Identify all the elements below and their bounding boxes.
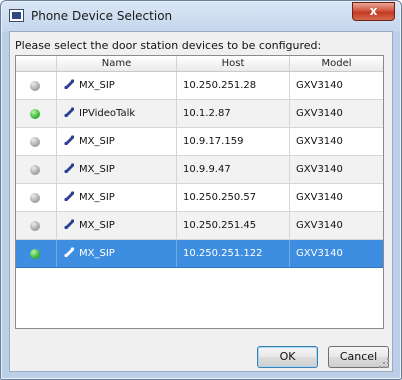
dialog-window: Phone Device Selection x Please select t… <box>0 0 402 380</box>
status-cell <box>16 100 57 127</box>
status-dot-icon <box>30 81 40 91</box>
status-dot-icon <box>30 221 40 231</box>
host-cell: 10.9.17.159 <box>177 128 290 155</box>
status-cell <box>16 72 57 99</box>
model-cell: GXV3140 <box>296 248 343 259</box>
name-cell: IPVideoTalk <box>57 100 177 127</box>
status-dot-icon <box>30 137 40 147</box>
status-cell <box>16 212 57 239</box>
name-cell: MX_SIP <box>57 128 177 155</box>
title-bar[interactable]: Phone Device Selection x <box>1 1 401 31</box>
column-header-status[interactable] <box>16 56 57 71</box>
status-cell <box>16 156 57 183</box>
name-cell: MX_SIP <box>57 240 177 267</box>
table-row[interactable]: MX_SIP 10.9.9.47 GXV3140 <box>16 156 383 184</box>
table-row[interactable]: IPVideoTalk 10.1.2.87 GXV3140 <box>16 100 383 128</box>
model-cell: GXV3140 <box>296 108 343 119</box>
phone-handset-icon <box>64 163 75 174</box>
window-app-icon <box>9 9 24 22</box>
device-name: IPVideoTalk <box>79 108 136 119</box>
column-header-host[interactable]: Host <box>177 56 290 71</box>
model-cell: GXV3140 <box>296 192 343 203</box>
name-cell: MX_SIP <box>57 72 177 99</box>
device-name: MX_SIP <box>79 136 115 147</box>
host-cell: 10.250.250.57 <box>177 184 290 211</box>
name-cell: MX_SIP <box>57 184 177 211</box>
table-row[interactable]: MX_SIP 10.250.251.45 GXV3140 <box>16 212 383 240</box>
phone-handset-icon <box>64 219 75 230</box>
host-cell: 10.250.251.122 <box>177 240 290 267</box>
phone-handset-icon <box>64 135 75 146</box>
device-name: MX_SIP <box>79 248 115 259</box>
device-name: MX_SIP <box>79 164 115 175</box>
status-cell <box>16 128 57 155</box>
column-header-name[interactable]: Name <box>57 56 177 71</box>
status-dot-icon <box>30 165 40 175</box>
status-cell <box>16 184 57 211</box>
device-name: MX_SIP <box>79 192 115 203</box>
phone-handset-icon <box>64 247 75 258</box>
column-header-model[interactable]: Model <box>290 56 383 71</box>
table-row[interactable]: MX_SIP 10.250.251.28 GXV3140 <box>16 72 383 100</box>
model-cell: GXV3140 <box>296 164 343 175</box>
table-row[interactable]: MX_SIP 10.250.251.122 GXV3140 <box>16 240 383 268</box>
status-cell <box>16 240 57 267</box>
model-cell: GXV3140 <box>296 220 343 231</box>
device-name: MX_SIP <box>79 220 115 231</box>
phone-handset-icon <box>64 79 75 90</box>
host-cell: 10.250.251.28 <box>177 72 290 99</box>
table-row[interactable]: MX_SIP 10.250.250.57 GXV3140 <box>16 184 383 212</box>
dialog-body: Please select the door station devices t… <box>9 31 393 372</box>
name-cell: MX_SIP <box>57 212 177 239</box>
host-cell: 10.9.9.47 <box>177 156 290 183</box>
host-cell: 10.250.251.45 <box>177 212 290 239</box>
device-name: MX_SIP <box>79 80 115 91</box>
host-cell: 10.1.2.87 <box>177 100 290 127</box>
table-header: Name Host Model <box>16 56 383 72</box>
status-dot-icon <box>30 249 40 259</box>
status-dot-icon <box>30 193 40 203</box>
close-button[interactable]: x <box>352 2 395 21</box>
table-row[interactable]: MX_SIP 10.9.17.159 GXV3140 <box>16 128 383 156</box>
name-cell: MX_SIP <box>57 156 177 183</box>
device-table[interactable]: Name Host Model MX_SIP 10.250.251.28 GXV31… <box>15 55 384 329</box>
phone-handset-icon <box>64 191 75 202</box>
ok-button[interactable]: OK <box>257 346 318 368</box>
window-title: Phone Device Selection <box>31 9 173 23</box>
model-cell: GXV3140 <box>296 80 343 91</box>
resize-grip-icon[interactable] <box>379 358 389 368</box>
model-cell: GXV3140 <box>296 136 343 147</box>
phone-handset-icon <box>64 107 75 118</box>
status-dot-icon <box>30 109 40 119</box>
instruction-label: Please select the door station devices t… <box>15 39 322 52</box>
